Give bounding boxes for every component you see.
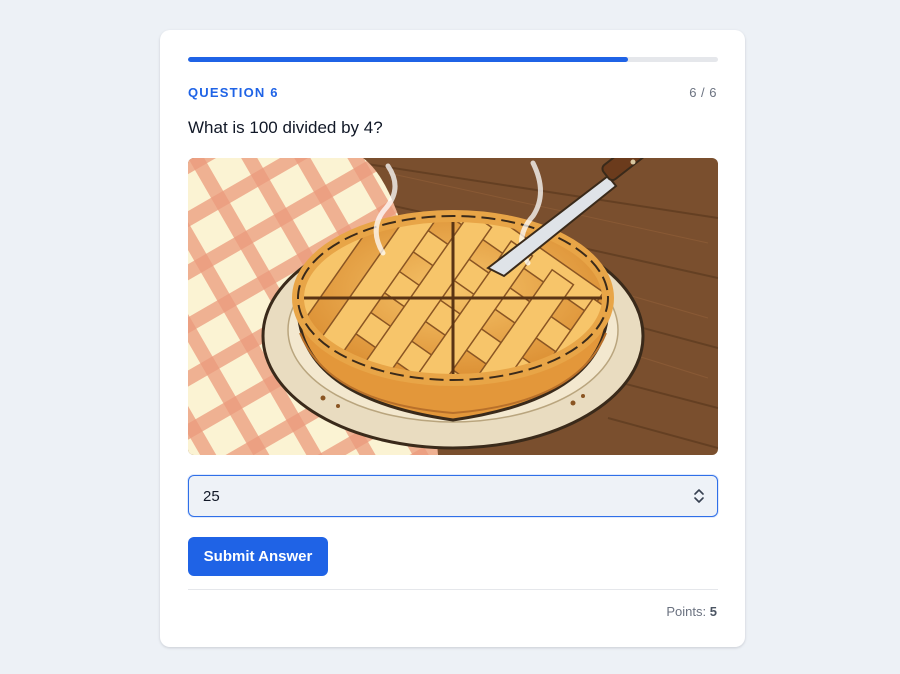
answer-input[interactable]: [189, 476, 683, 516]
points-display: Points: 5: [666, 604, 717, 619]
submit-answer-button[interactable]: Submit Answer: [188, 537, 328, 576]
footer-divider: [188, 589, 718, 590]
progress-bar-fill: [188, 57, 628, 62]
question-label: QUESTION 6: [188, 85, 279, 100]
question-counter: 6 / 6: [689, 85, 717, 100]
question-text: What is 100 divided by 4?: [188, 118, 383, 137]
pie-illustration: [188, 158, 718, 455]
question-image: [188, 158, 718, 455]
progress-bar: [188, 57, 718, 62]
answer-input-field[interactable]: [188, 475, 718, 517]
points-label: Points:: [666, 604, 707, 619]
points-value: 5: [709, 604, 717, 619]
number-stepper-icon[interactable]: [693, 487, 705, 505]
quiz-card: QUESTION 6 6 / 6 What is 100 divided by …: [160, 30, 745, 647]
